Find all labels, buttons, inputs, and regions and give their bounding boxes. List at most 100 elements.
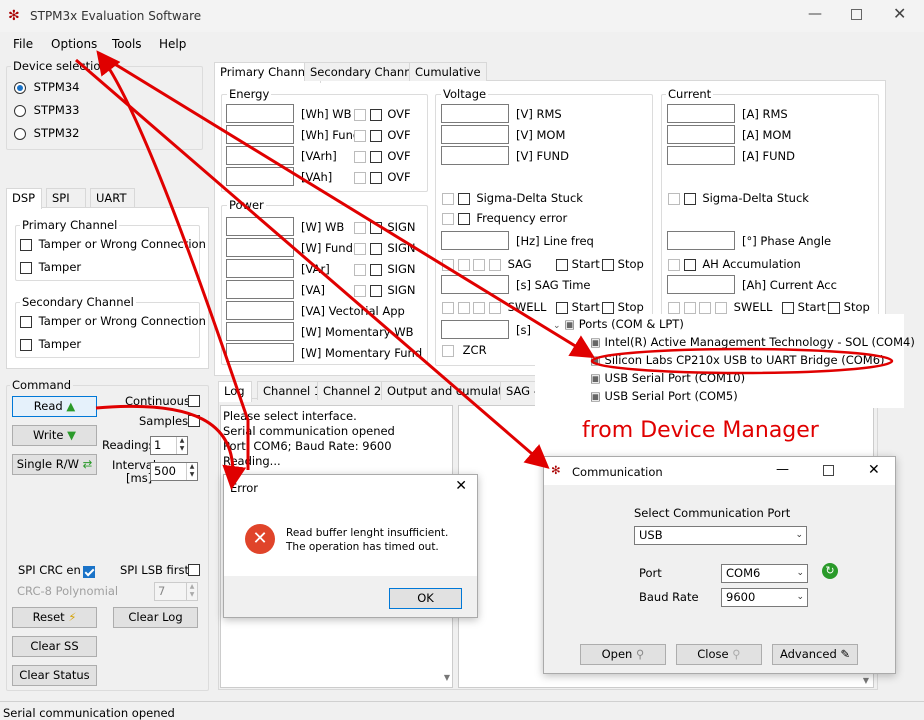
close-icon[interactable]: ✕: [868, 462, 880, 478]
scroll-down-icon[interactable]: ▼: [863, 676, 869, 685]
power-value-field[interactable]: [226, 259, 294, 278]
scroll-down-icon[interactable]: ▼: [444, 670, 450, 685]
close-icon[interactable]: ✕: [893, 4, 906, 23]
close-icon[interactable]: ✕: [455, 478, 467, 494]
reset-button[interactable]: Reset ⚡: [12, 607, 97, 628]
ok-button[interactable]: OK: [389, 588, 462, 609]
spi-lsb-checkbox[interactable]: [188, 564, 200, 576]
interval-input[interactable]: 500 ▲ ▼: [150, 462, 198, 481]
port-type-select[interactable]: USB ⌄: [634, 526, 807, 545]
swell-row[interactable]: SWELL: [442, 300, 546, 314]
clear-status-button[interactable]: Clear Status: [12, 665, 97, 686]
clear-ss-button[interactable]: Clear SS: [12, 636, 97, 657]
power-value-field[interactable]: [226, 280, 294, 299]
power-flag-checkbox[interactable]: SIGN: [354, 283, 416, 297]
sag-row[interactable]: SAG: [442, 257, 532, 271]
current-sigma-delta[interactable]: Sigma-Delta Stuck: [668, 191, 809, 205]
energy-flag-checkbox[interactable]: OVF: [354, 128, 411, 142]
energy-value-field[interactable]: [226, 104, 294, 123]
power-value-field[interactable]: [226, 322, 294, 341]
refresh-icon[interactable]: ↻: [822, 563, 838, 579]
tab-spi[interactable]: SPI: [46, 188, 86, 207]
samples-checkbox[interactable]: [188, 415, 200, 427]
sag-stop[interactable]: Stop: [602, 257, 644, 271]
continuous-checkbox[interactable]: [188, 395, 200, 407]
zcr-checkbox[interactable]: ZCR: [442, 343, 487, 357]
energy-flag-checkbox[interactable]: OVF: [354, 170, 411, 184]
swell-stop[interactable]: Stop: [602, 300, 644, 314]
menu-options[interactable]: Options: [51, 37, 97, 51]
current-swell-row[interactable]: SWELL: [668, 300, 772, 314]
ports-node[interactable]: ⌄ ▣ Ports (COM & LPT): [553, 317, 684, 331]
tab-channel2[interactable]: Channel 2: [317, 381, 388, 400]
tab-uart[interactable]: UART: [90, 188, 135, 207]
sag-time-field[interactable]: [441, 275, 509, 294]
port-select[interactable]: COM6 ⌄: [721, 564, 808, 583]
ah-current-field[interactable]: [667, 275, 735, 294]
current-value-field[interactable]: [667, 146, 735, 165]
readings-input[interactable]: 1 ▲ ▼: [150, 436, 188, 455]
tab-cumulative[interactable]: Cumulative: [409, 62, 487, 81]
menu-help[interactable]: Help: [159, 37, 186, 51]
current-swell-start[interactable]: Start: [782, 300, 826, 314]
current-row-label: [A] FUND: [742, 149, 795, 163]
menu-file[interactable]: File: [13, 37, 33, 51]
checkbox-primary-tamper-wrong[interactable]: Tamper or Wrong Connection: [20, 237, 206, 251]
radio-stpm34[interactable]: STPM34: [14, 80, 79, 94]
device-item[interactable]: ▣ USB Serial Port (COM10): [590, 371, 745, 385]
energy-value-field[interactable]: [226, 146, 294, 165]
crc-poly-input[interactable]: 7 ▲ ▼: [154, 582, 198, 601]
minimize-icon[interactable]: —: [776, 462, 789, 477]
voltage-row-label: [V] RMS: [516, 107, 562, 121]
swell-time-field[interactable]: [441, 320, 509, 339]
power-value-field[interactable]: [226, 301, 294, 320]
power-flag-checkbox[interactable]: SIGN: [354, 220, 416, 234]
current-swell-stop[interactable]: Stop: [828, 300, 870, 314]
power-value-field[interactable]: [226, 343, 294, 362]
checkbox-primary-tamper[interactable]: Tamper: [20, 260, 81, 274]
checkbox-secondary-tamper-wrong[interactable]: Tamper or Wrong Connection: [20, 314, 206, 328]
energy-value-field[interactable]: [226, 167, 294, 186]
single-rw-button[interactable]: Single R/W ⇄: [12, 454, 97, 475]
checkbox-secondary-tamper[interactable]: Tamper: [20, 337, 81, 351]
voltage-value-field[interactable]: [441, 125, 509, 144]
device-item[interactable]: ▣ Intel(R) Active Management Technology …: [590, 335, 915, 349]
voltage-value-field[interactable]: [441, 146, 509, 165]
device-item[interactable]: ▣ Silicon Labs CP210x USB to UART Bridge…: [590, 353, 885, 367]
power-flag-checkbox[interactable]: SIGN: [354, 241, 416, 255]
maximize-icon[interactable]: [823, 465, 834, 476]
minimize-icon[interactable]: —: [808, 6, 822, 22]
voltage-sigma-delta[interactable]: Sigma-Delta Stuck: [442, 191, 583, 205]
spi-crc-checkbox[interactable]: [83, 565, 95, 578]
tab-log[interactable]: Log: [218, 381, 252, 402]
radio-stpm32[interactable]: STPM32: [14, 126, 79, 140]
current-value-field[interactable]: [667, 104, 735, 123]
energy-flag-checkbox[interactable]: OVF: [354, 149, 411, 163]
energy-value-field[interactable]: [226, 125, 294, 144]
open-button[interactable]: Open ⚲: [580, 644, 666, 665]
power-flag-checkbox[interactable]: SIGN: [354, 262, 416, 276]
line-freq-field[interactable]: [441, 231, 509, 250]
current-value-field[interactable]: [667, 125, 735, 144]
read-button[interactable]: Read ▲: [12, 396, 97, 417]
radio-stpm33[interactable]: STPM33: [14, 103, 79, 117]
ah-accumulation[interactable]: AH Accumulation: [668, 257, 801, 271]
write-button[interactable]: Write ▼: [12, 425, 97, 446]
baud-select[interactable]: 9600 ⌄: [721, 588, 808, 607]
error-dialog: Error ✕ ✕ Read buffer lenght insufficien…: [223, 474, 478, 618]
voltage-freq-error[interactable]: Frequency error: [442, 211, 567, 225]
close-button[interactable]: Close ⚲: [676, 644, 762, 665]
sag-start[interactable]: Start: [556, 257, 600, 271]
maximize-icon[interactable]: [851, 9, 862, 20]
tab-dsp[interactable]: DSP: [6, 188, 42, 209]
clear-log-button[interactable]: Clear Log: [113, 607, 198, 628]
menu-tools[interactable]: Tools: [112, 37, 142, 51]
power-value-field[interactable]: [226, 238, 294, 257]
device-item[interactable]: ▣ USB Serial Port (COM5): [590, 389, 738, 403]
voltage-value-field[interactable]: [441, 104, 509, 123]
phase-angle-field[interactable]: [667, 231, 735, 250]
swell-start[interactable]: Start: [556, 300, 600, 314]
power-value-field[interactable]: [226, 217, 294, 236]
advanced-button[interactable]: Advanced ✎: [772, 644, 858, 665]
energy-flag-checkbox[interactable]: OVF: [354, 107, 411, 121]
